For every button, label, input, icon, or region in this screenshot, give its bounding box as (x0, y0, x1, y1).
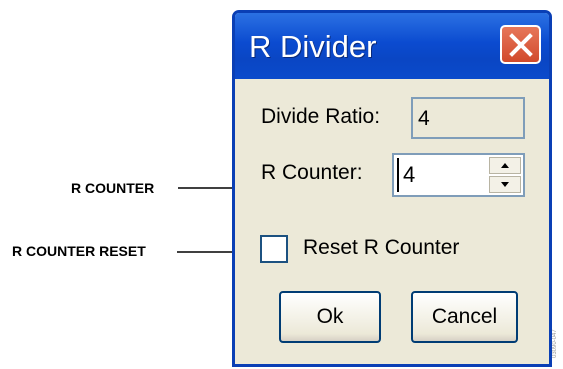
figure-watermark: 03090-047 (552, 329, 558, 358)
close-icon (509, 33, 533, 57)
r-counter-input[interactable] (397, 158, 483, 192)
r-counter-label: R Counter: (261, 161, 363, 184)
title-bar[interactable]: R Divider (235, 13, 549, 79)
divide-ratio-field: 4 (411, 97, 525, 139)
spin-buttons (489, 157, 521, 193)
spin-down-icon (501, 182, 509, 187)
r-divider-dialog: R Divider Divide Ratio: 4 R Counter: Res… (232, 10, 552, 367)
close-button[interactable] (500, 25, 541, 64)
cancel-button[interactable]: Cancel (411, 291, 518, 343)
divide-ratio-label: Divide Ratio: (261, 105, 381, 128)
ok-button[interactable]: Ok (279, 291, 381, 343)
reset-r-counter-checkbox[interactable] (260, 235, 288, 263)
spin-up-button[interactable] (489, 157, 521, 174)
r-counter-spinbox (392, 153, 525, 197)
spin-up-icon (501, 163, 509, 168)
spin-down-button[interactable] (489, 176, 521, 193)
dialog-title: R Divider (249, 29, 377, 64)
reset-r-counter-label[interactable]: Reset R Counter (303, 236, 459, 260)
